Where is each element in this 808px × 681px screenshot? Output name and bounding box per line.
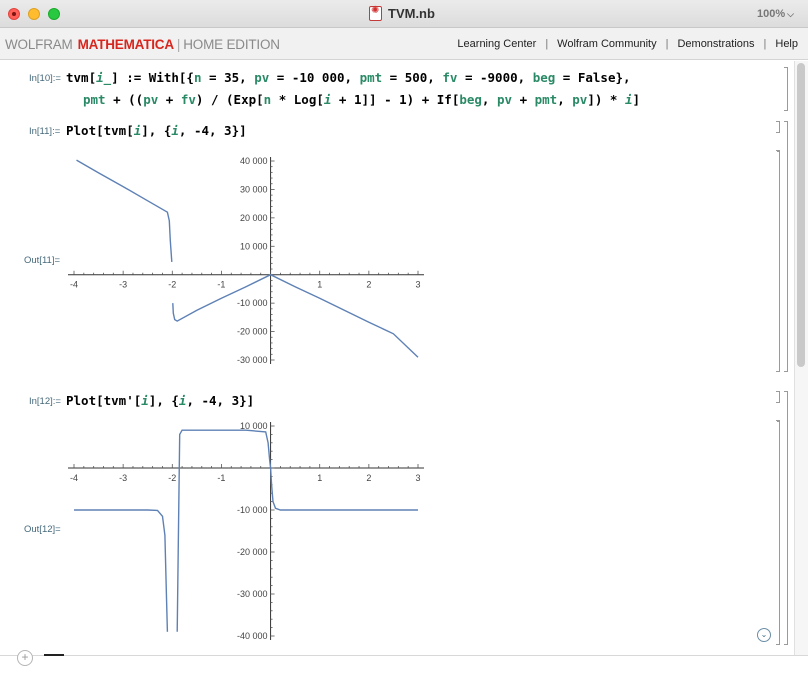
y-tick-label: 20 000 (240, 213, 268, 223)
series-line-1 (74, 509, 169, 632)
x-tick-label: -3 (119, 280, 127, 290)
y-tick-label: 10 000 (240, 241, 268, 251)
series-line-1 (76, 159, 173, 262)
input-label-12: In[12]:= (29, 396, 61, 407)
input-label-10: In[10]:= (29, 73, 61, 84)
cell-bracket-10[interactable] (784, 67, 788, 111)
bottom-bar (0, 655, 808, 681)
scrollbar-thumb[interactable] (797, 63, 805, 367)
brand-logo: WOLFRAM MATHEMATICA | HOME EDITION (5, 37, 280, 52)
maximize-window-button[interactable] (48, 8, 60, 20)
y-tick-label: -30 000 (237, 355, 268, 365)
title-bar: TVM.nb 100%⌵ (0, 0, 808, 28)
toolbar: WOLFRAM MATHEMATICA | HOME EDITION Learning… (0, 28, 808, 60)
y-tick-label: 30 000 (240, 184, 268, 194)
close-window-button[interactable] (8, 8, 20, 20)
brand-edition: HOME EDITION (183, 37, 280, 52)
x-tick-label: -1 (217, 280, 225, 290)
y-tick-label: 40 000 (240, 156, 268, 166)
zoom-level: 100% (757, 8, 786, 20)
input-cell-11[interactable]: Plot[tvm[i], {i, -4, 3}] (66, 123, 247, 138)
window-title: TVM.nb (388, 6, 435, 21)
cell-bracket-11-output[interactable] (776, 150, 780, 372)
minimize-window-button[interactable] (28, 8, 40, 20)
brand-mathematica: MATHEMATICA (77, 37, 174, 52)
x-tick-label: 1 (317, 280, 322, 290)
input-label-11: In[11]:= (29, 126, 61, 137)
output-label-12: Out[12]= (24, 524, 61, 535)
y-tick-label: -30 000 (237, 589, 268, 599)
notebook-document-icon (369, 5, 382, 21)
x-tick-label: 1 (317, 473, 322, 483)
help-link[interactable]: Help (775, 38, 798, 50)
cell-bracket-11-input[interactable] (776, 121, 780, 133)
brand-wolfram: WOLFRAM (5, 37, 73, 52)
chevron-down-icon: ⌵ (787, 9, 794, 19)
toolbar-links: Learning Center | Wolfram Community | Demons… (457, 38, 798, 50)
cell-bracket-12-output[interactable] (776, 420, 780, 645)
scroll-to-bottom-icon[interactable]: ⌄ (757, 628, 771, 642)
plot-tvm-derivative[interactable]: -4 -3 -2 -1 1 2 310 000-10 000-20 000-30 000-4… (62, 415, 430, 647)
output-label-11: Out[11]= (24, 255, 61, 266)
x-tick-label: -1 (217, 473, 225, 483)
input-cell-12[interactable]: Plot[tvm'[i], {i, -4, 3}] (66, 393, 254, 408)
add-cell-button[interactable]: + (17, 650, 33, 666)
x-tick-label: -4 (70, 473, 78, 483)
y-tick-label: -40 000 (237, 631, 268, 641)
input-cell-10-line1[interactable]: tvm[i_] := With[{n = 35, pv = -10 000, p… (66, 70, 631, 85)
cell-group-bracket-11[interactable] (784, 121, 788, 372)
y-tick-label: -10 000 (237, 505, 268, 515)
series-line-2 (172, 273, 419, 358)
x-tick-label: 2 (366, 473, 371, 483)
notebook-area[interactable]: In[10]:= tvm[i_] := With[{n = 35, pv = -… (0, 61, 794, 655)
y-tick-label: -20 000 (237, 547, 268, 557)
plot-tvm[interactable]: -4 -3 -2 -1 1 2 3 40 000 30 000 20 000 10 000 -10 0… (62, 145, 430, 373)
x-tick-label: 2 (366, 280, 371, 290)
brand-separator: | (176, 37, 181, 52)
learning-center-link[interactable]: Learning Center (457, 38, 536, 50)
input-cell-10-line2[interactable]: pmt + ((pv + fv) / (Exp[n * Log[i + 1]] … (83, 92, 640, 107)
wolfram-community-link[interactable]: Wolfram Community (557, 38, 656, 50)
x-tick-label: -4 (70, 280, 78, 290)
x-tick-label: 3 (415, 280, 420, 290)
x-tick-label: -2 (168, 473, 176, 483)
cell-group-bracket-12[interactable] (784, 391, 788, 645)
y-tick-label: -20 000 (237, 327, 268, 337)
x-tick-label: -3 (119, 473, 127, 483)
x-tick-label: -2 (168, 280, 176, 290)
cell-bracket-12-input[interactable] (776, 391, 780, 403)
zoom-control[interactable]: 100% ⌵ (757, 8, 794, 20)
cell-insertion-line (44, 654, 64, 656)
demonstrations-link[interactable]: Demonstrations (677, 38, 754, 50)
series-line-2 (176, 429, 418, 632)
x-tick-label: 3 (415, 473, 420, 483)
y-tick-label: -10 000 (237, 298, 268, 308)
